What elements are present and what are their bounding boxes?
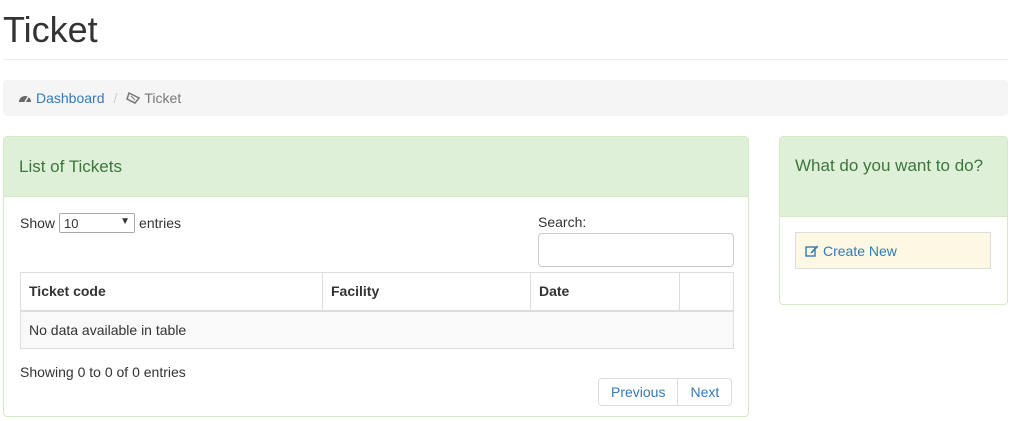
page-title: Ticket [3,9,98,50]
breadcrumb-current: Ticket [126,90,181,106]
breadcrumb-dashboard-label: Dashboard [36,90,105,106]
title-divider [3,59,1008,60]
search-input[interactable] [538,233,734,267]
create-new-button[interactable]: Create New [795,232,991,269]
actions-panel: What do you want to do? Create New [779,136,1008,305]
table-header-row: Ticket code Facility Date [20,272,734,312]
ticket-icon [126,92,141,104]
breadcrumb-current-label: Ticket [144,90,182,106]
chevron-down-icon: ▼ [120,216,131,227]
actions-panel-heading: What do you want to do? [780,137,1007,217]
breadcrumb-separator: / [113,90,118,106]
column-actions [679,272,734,312]
edit-icon [805,244,819,257]
tickets-panel: List of Tickets Show 10 ▼ entries Search… [3,136,749,417]
dashboard-icon [18,92,32,104]
create-new-label: Create New [823,242,897,259]
column-date[interactable]: Date [530,272,680,312]
entries-select[interactable]: 10 ▼ [59,213,136,233]
entries-label: entries [139,215,182,231]
table-row: No data available in table [20,310,734,349]
breadcrumb: Dashboard / Ticket [3,80,1008,116]
pagination: Previous Next [598,378,733,406]
column-facility[interactable]: Facility [322,272,531,312]
entries-select-value: 10 [64,215,79,231]
entries-length-control: Show 10 ▼ entries [20,213,181,233]
tickets-table: Ticket code Facility Date No data availa… [20,272,734,349]
show-label: Show [20,215,56,231]
column-ticket-code[interactable]: Ticket code [20,272,323,312]
breadcrumb-dashboard-link[interactable]: Dashboard [18,90,105,106]
empty-table-message: No data available in table [20,310,734,349]
previous-button[interactable]: Previous [598,378,679,406]
table-info: Showing 0 to 0 of 0 entries [20,364,186,380]
search-label: Search: [538,214,587,230]
next-button[interactable]: Next [677,378,733,406]
tickets-panel-heading: List of Tickets [4,137,748,197]
